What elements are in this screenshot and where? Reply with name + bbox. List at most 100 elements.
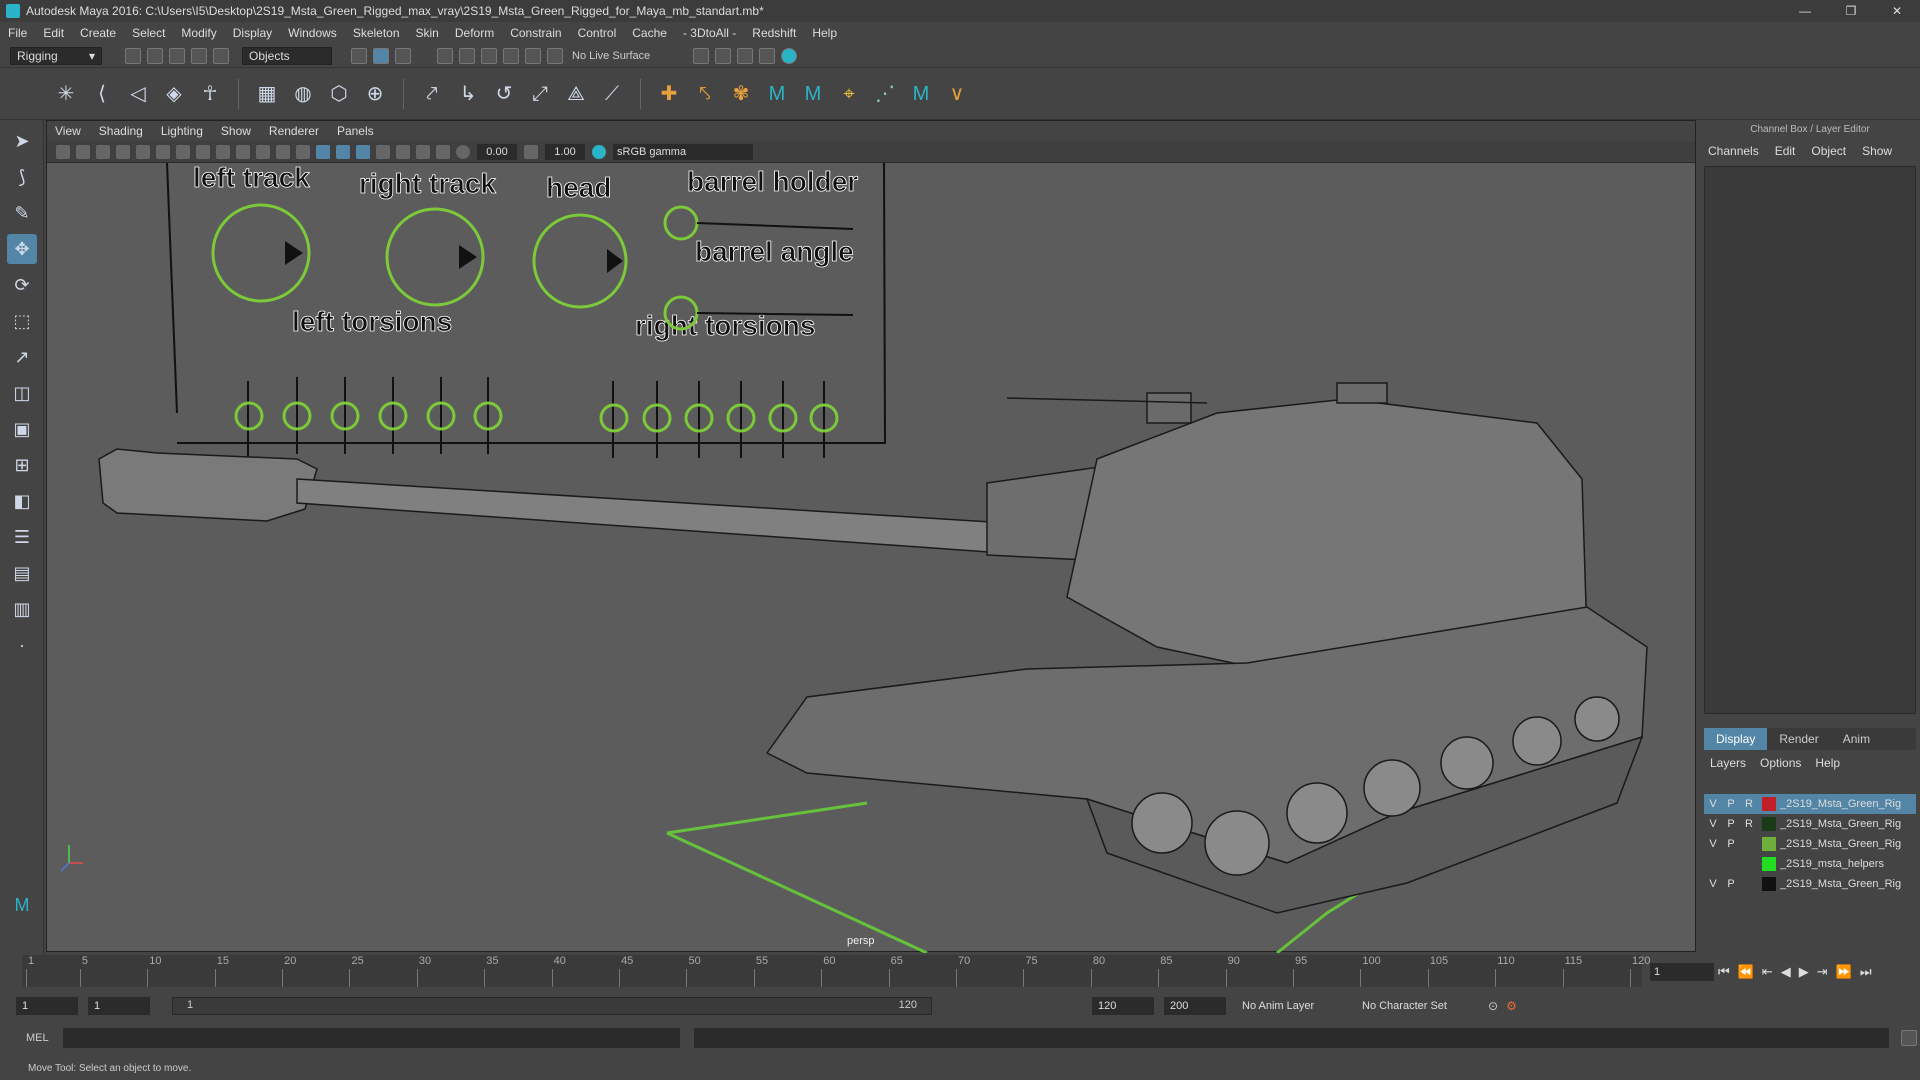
layer-color-swatch[interactable]	[1762, 857, 1776, 871]
vmenu-show[interactable]: Show	[221, 124, 251, 138]
parent-constraint-icon[interactable]: ⟁	[564, 82, 588, 106]
ik-handle-icon[interactable]: ⟨	[90, 82, 114, 106]
play-backward-icon[interactable]: ◀	[1781, 964, 1791, 980]
menu-windows[interactable]: Windows	[288, 26, 337, 40]
render-frame-icon[interactable]	[715, 47, 732, 64]
layout-outliner-icon[interactable]: ☰	[7, 522, 37, 552]
orient-constraint-icon[interactable]: ✾	[729, 82, 753, 106]
vmenu-panels[interactable]: Panels	[337, 124, 374, 138]
point-constraint-icon[interactable]: ⟋	[600, 82, 624, 106]
step-back-frame-icon[interactable]: ⇤	[1762, 964, 1773, 980]
vmenu-lighting[interactable]: Lighting	[161, 124, 203, 138]
smooth-skin-icon[interactable]: ↺	[492, 82, 516, 106]
tab-show[interactable]: Show	[1862, 144, 1892, 158]
snap-magnet-icon[interactable]	[547, 47, 563, 64]
tab-anim[interactable]: Anim	[1831, 728, 1882, 750]
lasso-tool-icon[interactable]: ⟆	[7, 162, 37, 192]
locator-icon[interactable]: ✚	[657, 82, 681, 106]
layer-p-toggle[interactable]: P	[1722, 818, 1740, 830]
snap-plane-icon[interactable]	[503, 47, 519, 64]
field-chart-icon[interactable]	[256, 144, 270, 159]
wireframe-icon[interactable]	[316, 144, 330, 159]
gamma-field[interactable]: 1.00	[545, 143, 585, 160]
set-driven-key-icon[interactable]: ⌖	[837, 82, 861, 106]
layout-hypershade-icon[interactable]: ▥	[7, 594, 37, 624]
layer-row[interactable]: V P _2S19_Msta_Green_Rig	[1704, 874, 1916, 894]
layer-color-swatch[interactable]	[1762, 877, 1776, 891]
playback-end-field[interactable]: 120	[1092, 997, 1154, 1015]
menu-display[interactable]: Display	[233, 26, 272, 40]
layer-p-toggle[interactable]: P	[1722, 798, 1740, 810]
vmenu-shading[interactable]: Shading	[99, 124, 143, 138]
layer-v-toggle[interactable]: V	[1704, 838, 1722, 850]
undo-icon[interactable]	[191, 47, 207, 64]
tab-object[interactable]: Object	[1811, 144, 1846, 158]
save-scene-icon[interactable]	[169, 47, 185, 64]
hypershade-icon[interactable]	[781, 47, 798, 64]
wedge-icon[interactable]: ∨	[945, 82, 969, 106]
exposure-icon[interactable]	[456, 144, 470, 159]
camera-icon[interactable]	[56, 144, 70, 159]
menu-create[interactable]: Create	[80, 26, 116, 40]
barrel-holder-control[interactable]	[663, 205, 699, 241]
character-set-dropdown[interactable]: No Character Set	[1356, 997, 1476, 1015]
layer-color-swatch[interactable]	[1762, 797, 1776, 811]
shadows-icon[interactable]	[416, 144, 430, 159]
bookmark-icon[interactable]	[96, 144, 110, 159]
menu-help[interactable]: Help	[812, 26, 837, 40]
safe-title-icon[interactable]	[296, 144, 310, 159]
menu-layer-help[interactable]: Help	[1815, 756, 1840, 770]
bind-skin-icon[interactable]: ⤤	[420, 82, 444, 106]
menu-control[interactable]: Control	[578, 26, 617, 40]
layout-graph-icon[interactable]: ▤	[7, 558, 37, 588]
layer-name[interactable]: _2S19_Msta_Green_Rig	[1780, 838, 1901, 850]
start-time-field[interactable]: 1	[16, 997, 78, 1015]
viewport-panel[interactable]: View Shading Lighting Show Renderer Pane…	[46, 120, 1696, 953]
scale-tool-icon[interactable]: ⬚	[7, 306, 37, 336]
step-forward-key-icon[interactable]: ⏩	[1836, 964, 1852, 980]
layer-v-toggle[interactable]: V	[1704, 878, 1722, 890]
safe-action-icon[interactable]	[276, 144, 290, 159]
play-forward-icon[interactable]: ▶	[1799, 964, 1809, 980]
selection-mode-dropdown[interactable]: Objects	[242, 46, 332, 65]
command-input[interactable]	[62, 1028, 681, 1048]
playback-start-field[interactable]: 1	[88, 997, 150, 1015]
lattice-icon[interactable]: ▦	[255, 82, 279, 106]
film-gate-icon[interactable]	[196, 144, 210, 159]
image-plane-icon[interactable]	[116, 144, 130, 159]
select-component-icon[interactable]	[395, 47, 411, 64]
2d-pan-icon[interactable]	[136, 144, 150, 159]
color-space-dropdown[interactable]: sRGB gamma	[613, 143, 753, 160]
last-tool-icon[interactable]: ↗	[7, 342, 37, 372]
layer-v-toggle[interactable]: V	[1704, 818, 1722, 830]
menu-cache[interactable]: Cache	[632, 26, 667, 40]
step-forward-frame-icon[interactable]: ⇥	[1817, 964, 1828, 980]
snap-point-icon[interactable]	[481, 47, 497, 64]
move-tool-icon[interactable]: ✥	[7, 234, 37, 264]
snap-grid-icon[interactable]	[437, 47, 453, 64]
select-hierarchy-icon[interactable]	[351, 47, 367, 64]
grease-pencil-icon[interactable]	[156, 144, 170, 159]
mel-label[interactable]: MEL	[26, 1032, 49, 1044]
gate-mask-icon[interactable]	[236, 144, 250, 159]
tab-render[interactable]: Render	[1767, 728, 1830, 750]
auto-key-icon[interactable]: ⊙	[1488, 999, 1498, 1013]
select-object-icon[interactable]	[373, 47, 389, 64]
anim-prefs-icon[interactable]: ⚙	[1506, 999, 1517, 1013]
layer-p-toggle[interactable]: P	[1722, 838, 1740, 850]
layer-name[interactable]: _2S19_Msta_Green_Rig	[1780, 798, 1901, 810]
maya-home-icon[interactable]: M	[7, 890, 37, 920]
close-button[interactable]: ✕	[1874, 0, 1920, 22]
tank-model[interactable]	[98, 382, 1648, 914]
menu-deform[interactable]: Deform	[455, 26, 494, 40]
menu-skeleton[interactable]: Skeleton	[353, 26, 400, 40]
layer-color-swatch[interactable]	[1762, 837, 1776, 851]
layer-name[interactable]: _2S19_msta_helpers	[1780, 858, 1884, 870]
mirror-joint-icon[interactable]: ◈	[162, 82, 186, 106]
snap-together-icon[interactable]: ◫	[7, 378, 37, 408]
range-slider[interactable]: 1 120	[172, 997, 932, 1015]
detach-skin-icon[interactable]: ⤢	[528, 82, 552, 106]
new-scene-icon[interactable]	[125, 47, 141, 64]
menu-layers[interactable]: Layers	[1710, 756, 1746, 770]
layer-row[interactable]: V P R _2S19_Msta_Green_Rig	[1704, 814, 1916, 834]
